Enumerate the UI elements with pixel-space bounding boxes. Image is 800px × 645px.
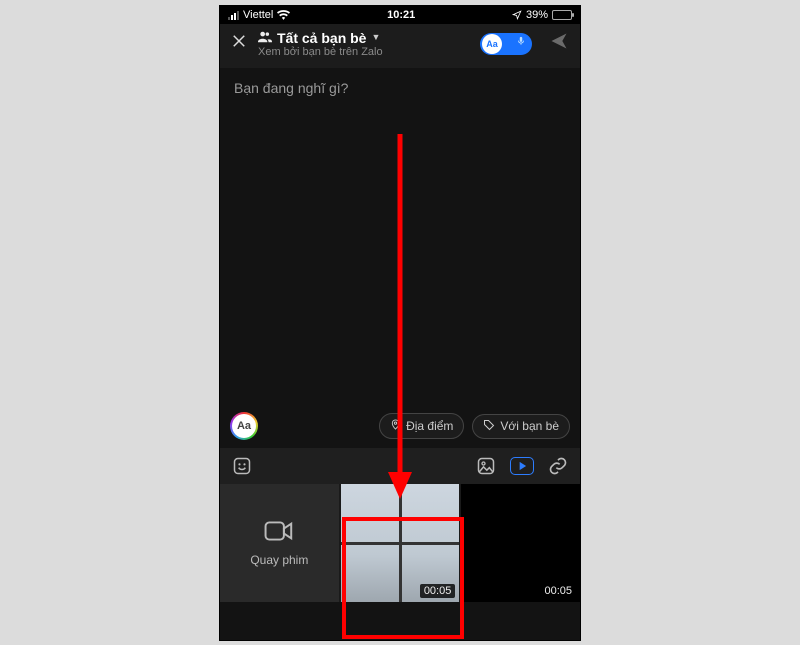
record-video-button[interactable]: Quay phim [220, 484, 339, 602]
audience-selector[interactable]: Tất cả bạn bè ▼ Xem bởi bạn bè trên Zalo [258, 30, 470, 59]
close-icon[interactable] [230, 32, 248, 55]
wifi-icon [277, 10, 290, 20]
location-services-icon [512, 10, 522, 20]
battery-percent: 39% [526, 9, 548, 21]
signal-icon [228, 10, 239, 20]
carrier-label: Viettel [243, 9, 273, 21]
tag-icon [483, 419, 495, 434]
duration-badge: 00:05 [420, 584, 456, 598]
phone-screen: Viettel 10:21 39% Tất cả bạn bè ▼ [219, 5, 581, 641]
link-icon[interactable] [548, 456, 568, 476]
compose-header: Tất cả bạn bè ▼ Xem bởi bạn bè trên Zalo… [220, 24, 580, 69]
chevron-down-icon: ▼ [371, 32, 380, 42]
compose-area[interactable]: Bạn đang nghĩ gì? Aa Địa điểm Với bạn bè [220, 68, 580, 448]
location-chip-label: Địa điểm [406, 419, 453, 433]
with-friends-chip[interactable]: Với bạn bè [472, 414, 570, 439]
camcorder-icon [264, 520, 294, 545]
send-icon[interactable] [548, 31, 570, 56]
record-video-label: Quay phim [250, 553, 308, 567]
audience-title: Tất cả bạn bè [277, 30, 366, 46]
clock: 10:21 [387, 9, 415, 21]
video-thumbnail-2[interactable]: 00:05 [461, 484, 580, 602]
mic-icon [516, 34, 526, 53]
battery-icon [552, 10, 572, 20]
pin-icon [390, 418, 401, 434]
text-style-button[interactable]: Aa [230, 412, 258, 440]
with-friends-label: Với bạn bè [500, 419, 559, 433]
media-picker: Quay phim 00:05 00:05 [220, 484, 580, 602]
video-icon[interactable] [510, 457, 534, 475]
toggle-knob-aa: Aa [482, 34, 502, 54]
sticker-icon[interactable] [232, 456, 252, 476]
image-icon[interactable] [476, 456, 496, 476]
duration-badge: 00:05 [540, 584, 576, 598]
audience-subtitle: Xem bởi bạn bè trên Zalo [258, 46, 470, 59]
location-chip[interactable]: Địa điểm [379, 413, 464, 439]
attachment-toolbar [220, 448, 580, 484]
compose-placeholder: Bạn đang nghĩ gì? [234, 80, 348, 96]
format-toggle[interactable]: Aa [480, 33, 532, 55]
people-icon [258, 30, 272, 46]
video-thumbnail-1[interactable]: 00:05 [341, 484, 460, 602]
compose-footer: Aa Địa điểm Với bạn bè [220, 412, 580, 440]
status-bar: Viettel 10:21 39% [220, 6, 580, 24]
aa-label: Aa [232, 414, 256, 438]
